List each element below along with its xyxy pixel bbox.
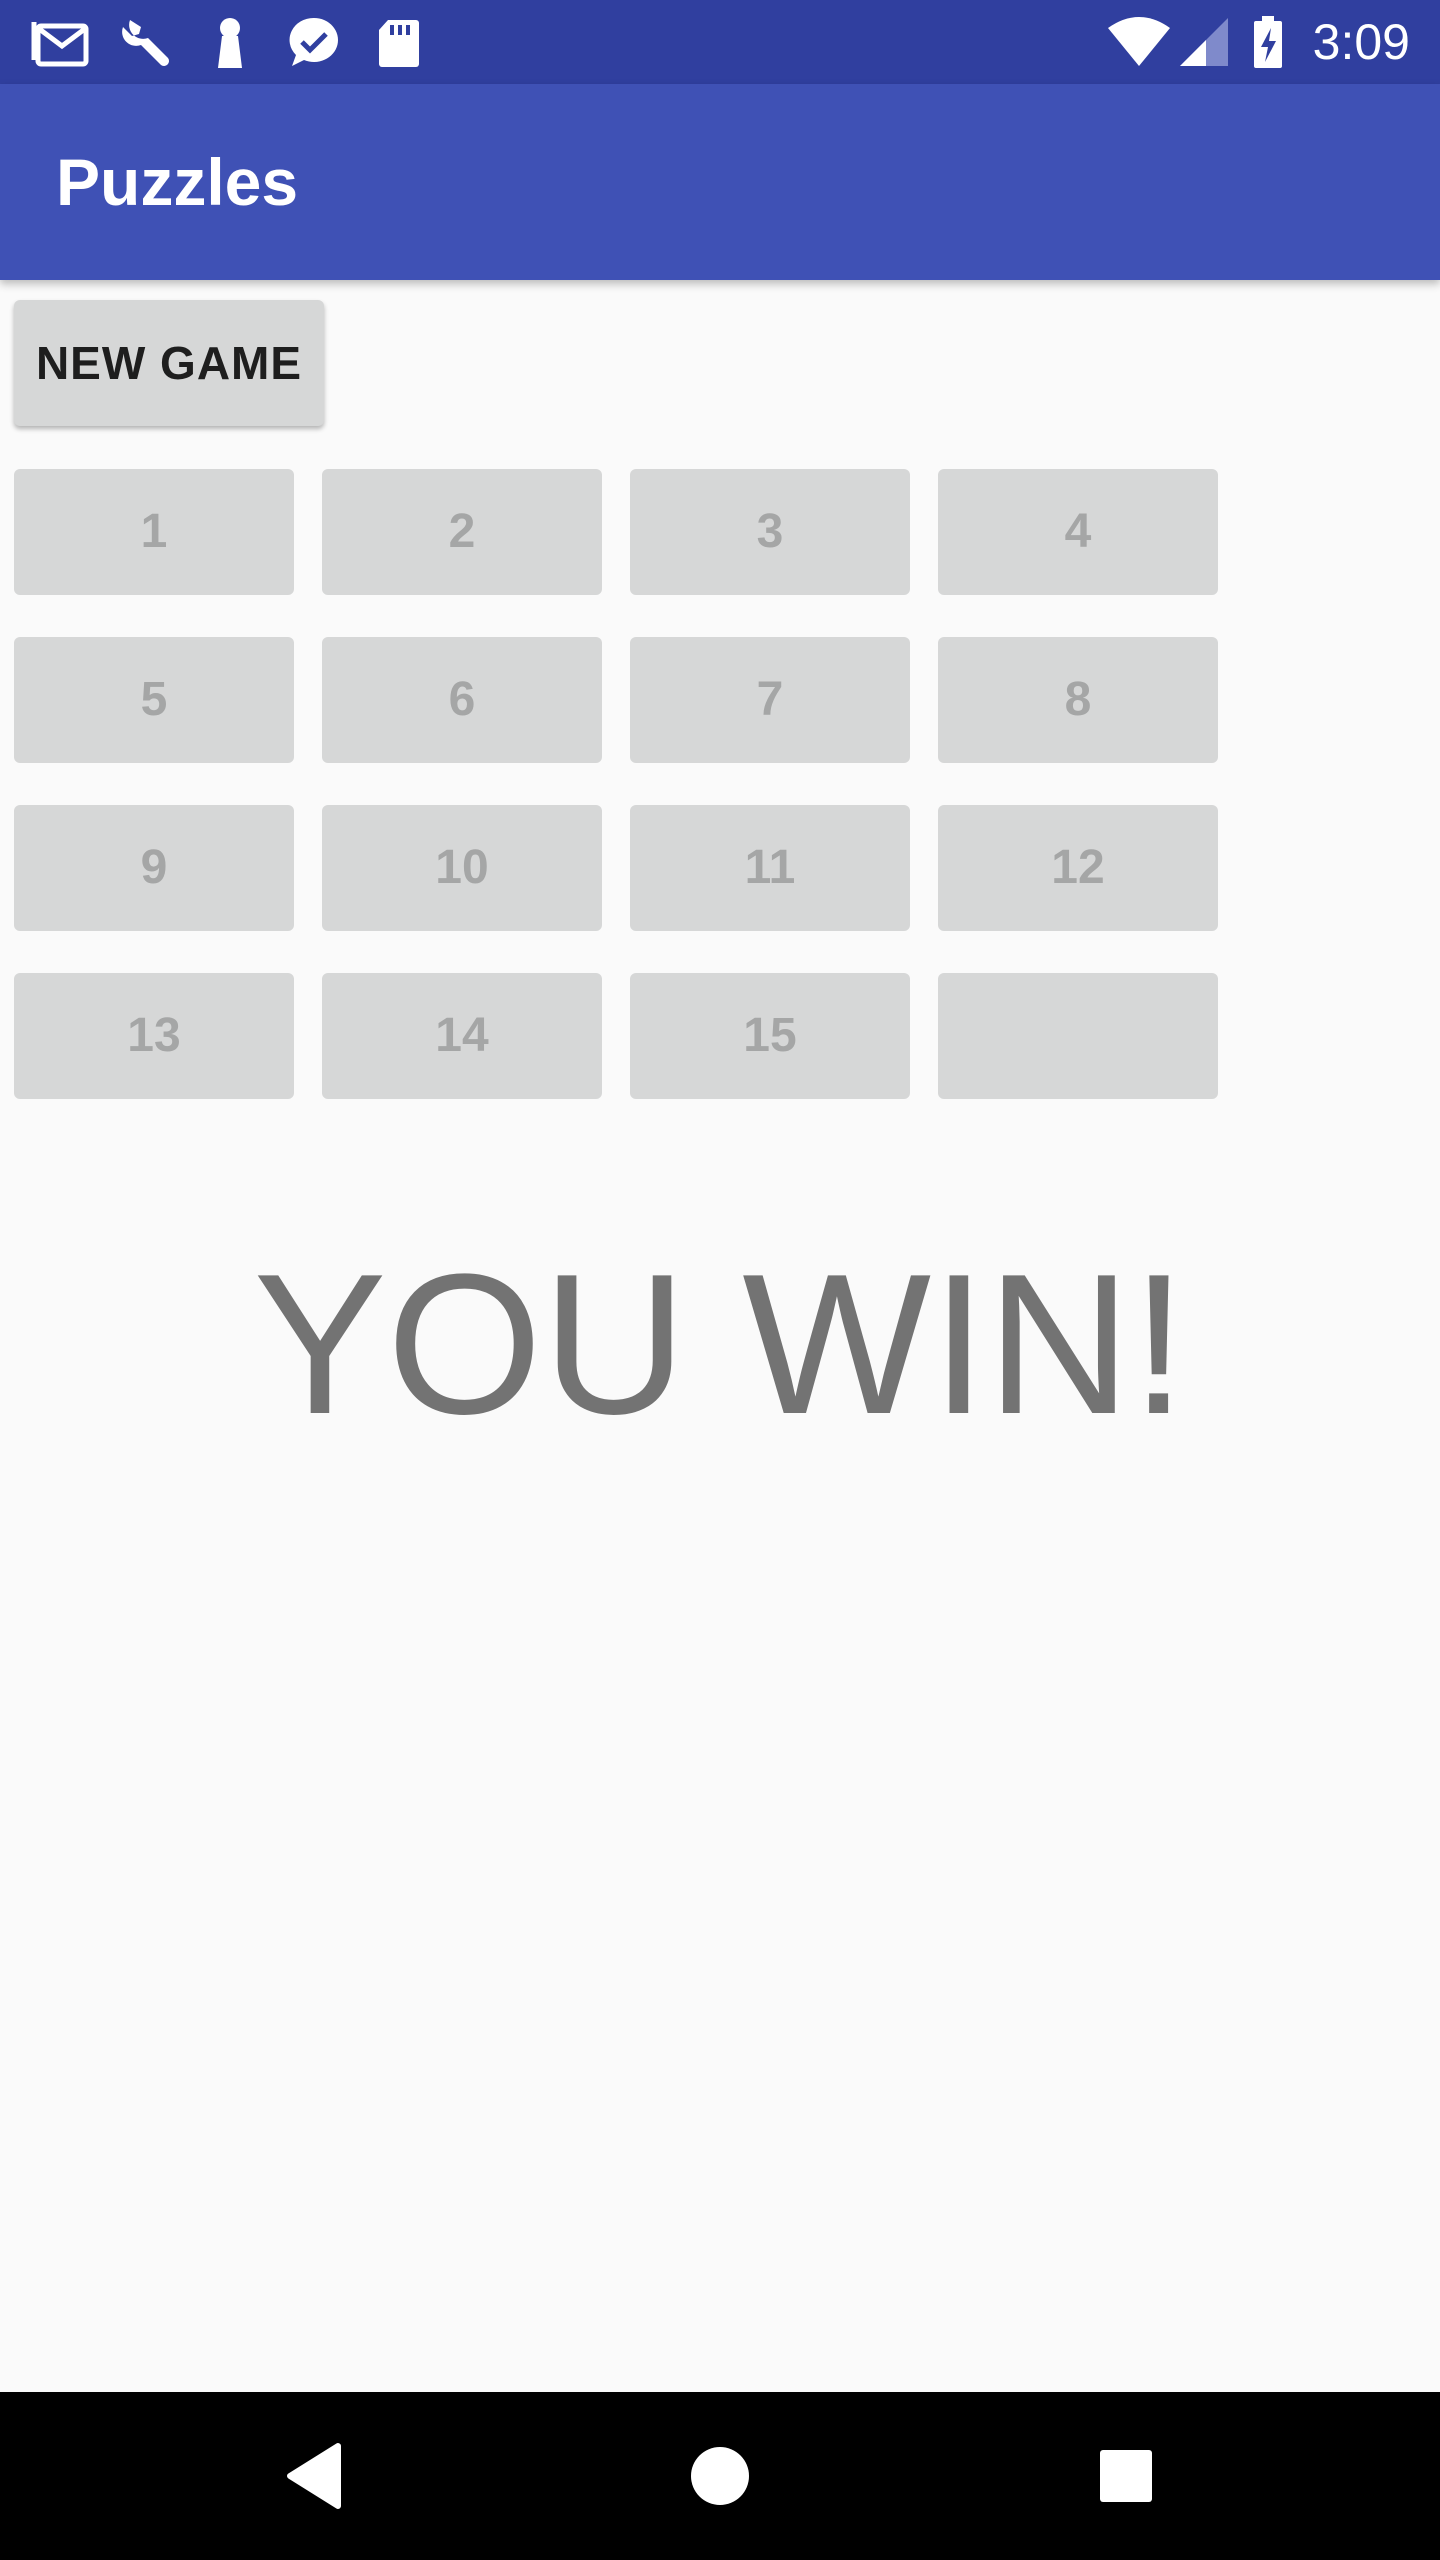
tile-13[interactable]: 13 [14,973,294,1099]
tile-6[interactable]: 6 [322,637,602,763]
messenger-icon [289,17,338,66]
win-message: YOU WIN! [253,1233,1187,1456]
keyhole-icon [218,18,242,68]
tile-14[interactable]: 14 [322,973,602,1099]
app-title: Puzzles [56,145,299,219]
status-time: 3:09 [1312,14,1410,70]
tile-3[interactable]: 3 [630,469,910,595]
tile-10[interactable]: 10 [322,805,602,931]
navigation-bar [0,2392,1440,2560]
signal-icon [1180,18,1228,66]
new-game-button[interactable]: NEW GAME [14,300,324,426]
sd-card-icon [379,20,419,67]
tile-9[interactable]: 9 [14,805,294,931]
tile-7[interactable]: 7 [630,637,910,763]
tile-4[interactable]: 4 [938,469,1218,595]
wifi-icon [1108,17,1170,66]
tile-1[interactable]: 1 [14,469,294,595]
puzzle-board: 1 2 3 4 5 6 7 8 9 10 11 12 13 14 15 [14,469,1218,1099]
status-bar: 3:09 [0,0,1440,84]
recents-icon[interactable] [1080,2430,1172,2522]
app-bar: Puzzles [0,84,1440,280]
home-icon[interactable] [674,2430,766,2522]
tile-5[interactable]: 5 [14,637,294,763]
gmail-icon [31,22,89,67]
tile-12[interactable]: 12 [938,805,1218,931]
back-icon[interactable] [270,2430,362,2522]
tile-15[interactable]: 15 [630,973,910,1099]
battery-charging-icon [1254,16,1282,68]
tile-11[interactable]: 11 [630,805,910,931]
wrench-icon [122,20,169,66]
tile-8[interactable]: 8 [938,637,1218,763]
tile-empty[interactable] [938,973,1218,1099]
tile-2[interactable]: 2 [322,469,602,595]
